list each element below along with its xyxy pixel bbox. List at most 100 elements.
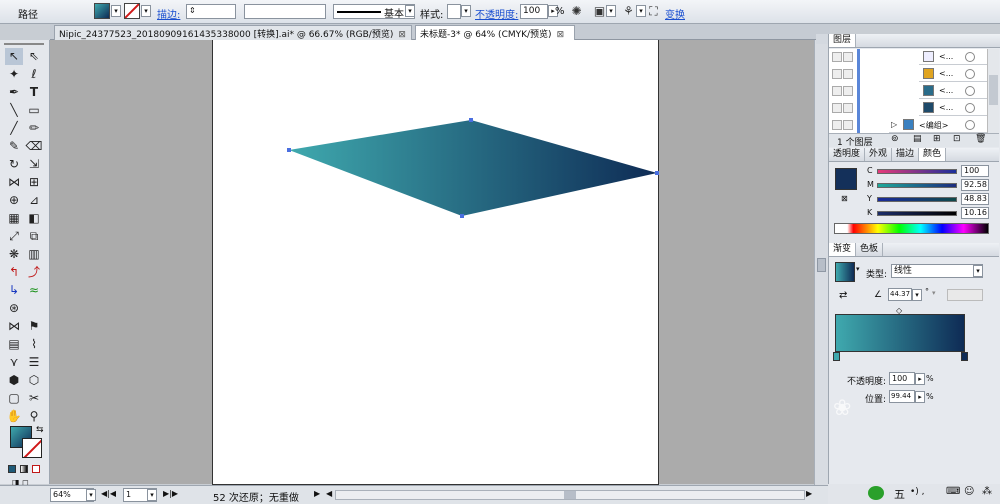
ime-logo-icon[interactable] [868, 486, 884, 500]
person-icon[interactable]: ☺ [964, 486, 974, 497]
make-clip-icon[interactable]: ▤ [913, 134, 922, 144]
delete-layer-icon[interactable]: 🗑 [975, 134, 986, 144]
yellow-value-field[interactable]: 48.83 [961, 193, 989, 205]
gradient-panel-header: 渐变 色板 [829, 243, 999, 257]
paw-print-watermark: ❀ [833, 396, 852, 421]
aspect-field[interactable] [947, 289, 983, 301]
scroll-thumb[interactable] [817, 258, 826, 272]
gradient-stop-end[interactable] [961, 352, 968, 361]
gradient-type-select[interactable]: 线性 [891, 264, 983, 278]
tab-gradient[interactable]: 渐变 [829, 243, 857, 256]
reverse-gradient-icon[interactable]: ⇄ [839, 290, 847, 301]
magenta-slider[interactable] [877, 183, 957, 188]
scroll-thumb[interactable] [564, 491, 576, 499]
scroll-left-icon[interactable]: ◀ [326, 489, 332, 498]
target-circle-icon[interactable] [965, 52, 975, 62]
cyan-value-field[interactable]: 100 [961, 165, 989, 177]
visibility-toggle[interactable] [832, 52, 842, 62]
angle-icon: ∠ [874, 290, 883, 300]
visibility-toggle[interactable] [832, 86, 842, 96]
stop-opacity-dropdown[interactable]: ▸ [915, 373, 925, 385]
layer-name: <... [939, 69, 954, 78]
gradient-parallelogram-shape[interactable] [289, 120, 657, 216]
out-of-gamut-icon[interactable]: ⊠ [841, 194, 848, 203]
cyan-slider[interactable] [877, 169, 957, 174]
target-circle-icon[interactable] [965, 103, 975, 113]
percent-unit: % [926, 374, 934, 383]
scroll-thumb[interactable] [989, 75, 998, 105]
location-field[interactable]: 99.44 [889, 390, 915, 403]
next-artboard-icon[interactable]: ▶|▶ [163, 489, 178, 498]
keyboard-icon[interactable]: ⌨ [946, 486, 960, 497]
color-spectrum-bar[interactable] [834, 223, 989, 234]
gradient-type-label: 类型: [866, 270, 888, 280]
tab-transparency[interactable]: 透明度 [829, 148, 866, 161]
lock-toggle[interactable] [843, 120, 853, 130]
yellow-slider[interactable] [877, 197, 957, 202]
grid-icon[interactable]: ⁂ [982, 486, 992, 497]
aspect-dropdown[interactable]: ▾ [932, 289, 940, 301]
ime-toolbar: 五 •) , ⌨ ☺ ⁂ [828, 484, 1000, 504]
tab-stroke[interactable]: 描边 [892, 148, 920, 161]
target-circle-icon[interactable] [965, 86, 975, 96]
percent-unit: % [926, 392, 934, 401]
tab-appearance[interactable]: 外观 [865, 148, 893, 161]
cyan-slider-row: C 100 [867, 165, 997, 178]
first-artboard-icon[interactable]: ◀|◀ [101, 489, 116, 498]
tab-layers[interactable]: 图层 [829, 34, 857, 47]
visibility-toggle[interactable] [832, 103, 842, 113]
scroll-right-icon[interactable]: ▶ [806, 489, 812, 498]
layer-row[interactable]: <... [919, 49, 987, 65]
zoom-dropdown[interactable]: ▾ [86, 489, 96, 501]
status-bar: 64% ▾ ◀|◀ 1 ▾ ▶|▶ 52 次还原；无重做 ▶ ◀ ▶ [0, 485, 830, 504]
horizontal-scrollbar[interactable] [335, 490, 805, 500]
color-panel-header: 透明度 外观 描边 颜色 [829, 148, 999, 162]
status-menu-icon[interactable]: ▶ [314, 489, 320, 498]
gradient-slider-bar[interactable] [835, 314, 965, 352]
magenta-value-field[interactable]: 92.58 [961, 179, 989, 191]
ime-punctuation-icon[interactable]: •) , [910, 487, 925, 497]
artboard-dropdown[interactable]: ▾ [147, 489, 157, 501]
new-sublayer-icon[interactable]: ⊞ [933, 134, 941, 144]
dock-collapse-icon[interactable] [816, 34, 828, 44]
yellow-slider-row: Y 48.83 [867, 193, 997, 206]
black-slider-row: K 10.16 [867, 207, 997, 220]
lock-toggle[interactable] [843, 103, 853, 113]
angle-dropdown[interactable]: ▾ [912, 289, 922, 301]
anchor-point [655, 171, 659, 175]
layer-row[interactable]: <... [919, 66, 987, 82]
color-fill-preview[interactable] [835, 168, 857, 190]
angle-field[interactable]: 44.37 [888, 288, 912, 301]
gradient-thumb-dropdown[interactable]: ▾ [856, 265, 864, 277]
black-value-field[interactable]: 10.16 [961, 207, 989, 219]
black-slider[interactable] [877, 211, 957, 216]
target-circle-icon[interactable] [965, 120, 975, 130]
tab-swatches[interactable]: 色板 [856, 243, 884, 256]
vertical-scrollbar[interactable] [814, 40, 828, 485]
locate-object-icon[interactable]: ⊚ [891, 134, 899, 144]
channel-label: K [867, 208, 873, 217]
gradient-thumbnail[interactable] [835, 262, 855, 282]
layer-row-group[interactable]: ▷ <编组> [889, 117, 987, 133]
layers-panel-header[interactable]: 图层 [829, 34, 1000, 48]
target-circle-icon[interactable] [965, 69, 975, 79]
lock-toggle[interactable] [843, 69, 853, 79]
gradient-type-dropdown[interactable]: ▾ [973, 265, 983, 277]
layer-row[interactable]: <... [919, 83, 987, 99]
lock-toggle[interactable] [843, 52, 853, 62]
layer-row[interactable]: <... [919, 100, 987, 116]
visibility-toggle[interactable] [832, 120, 842, 130]
ime-mode-label[interactable]: 五 [894, 486, 905, 502]
layer-name: <... [939, 52, 954, 61]
lock-toggle[interactable] [843, 86, 853, 96]
layers-scrollbar[interactable] [987, 49, 999, 133]
location-dropdown[interactable]: ▸ [915, 391, 925, 403]
new-layer-icon[interactable]: ⊡ [953, 134, 961, 144]
channel-label: M [867, 180, 874, 189]
tab-color[interactable]: 颜色 [919, 148, 947, 161]
stop-opacity-field[interactable]: 100 [889, 372, 915, 385]
visibility-toggle[interactable] [832, 69, 842, 79]
expand-arrow-icon[interactable]: ▷ [891, 120, 897, 129]
gradient-stop-start[interactable] [833, 352, 840, 361]
channel-label: C [867, 166, 873, 175]
